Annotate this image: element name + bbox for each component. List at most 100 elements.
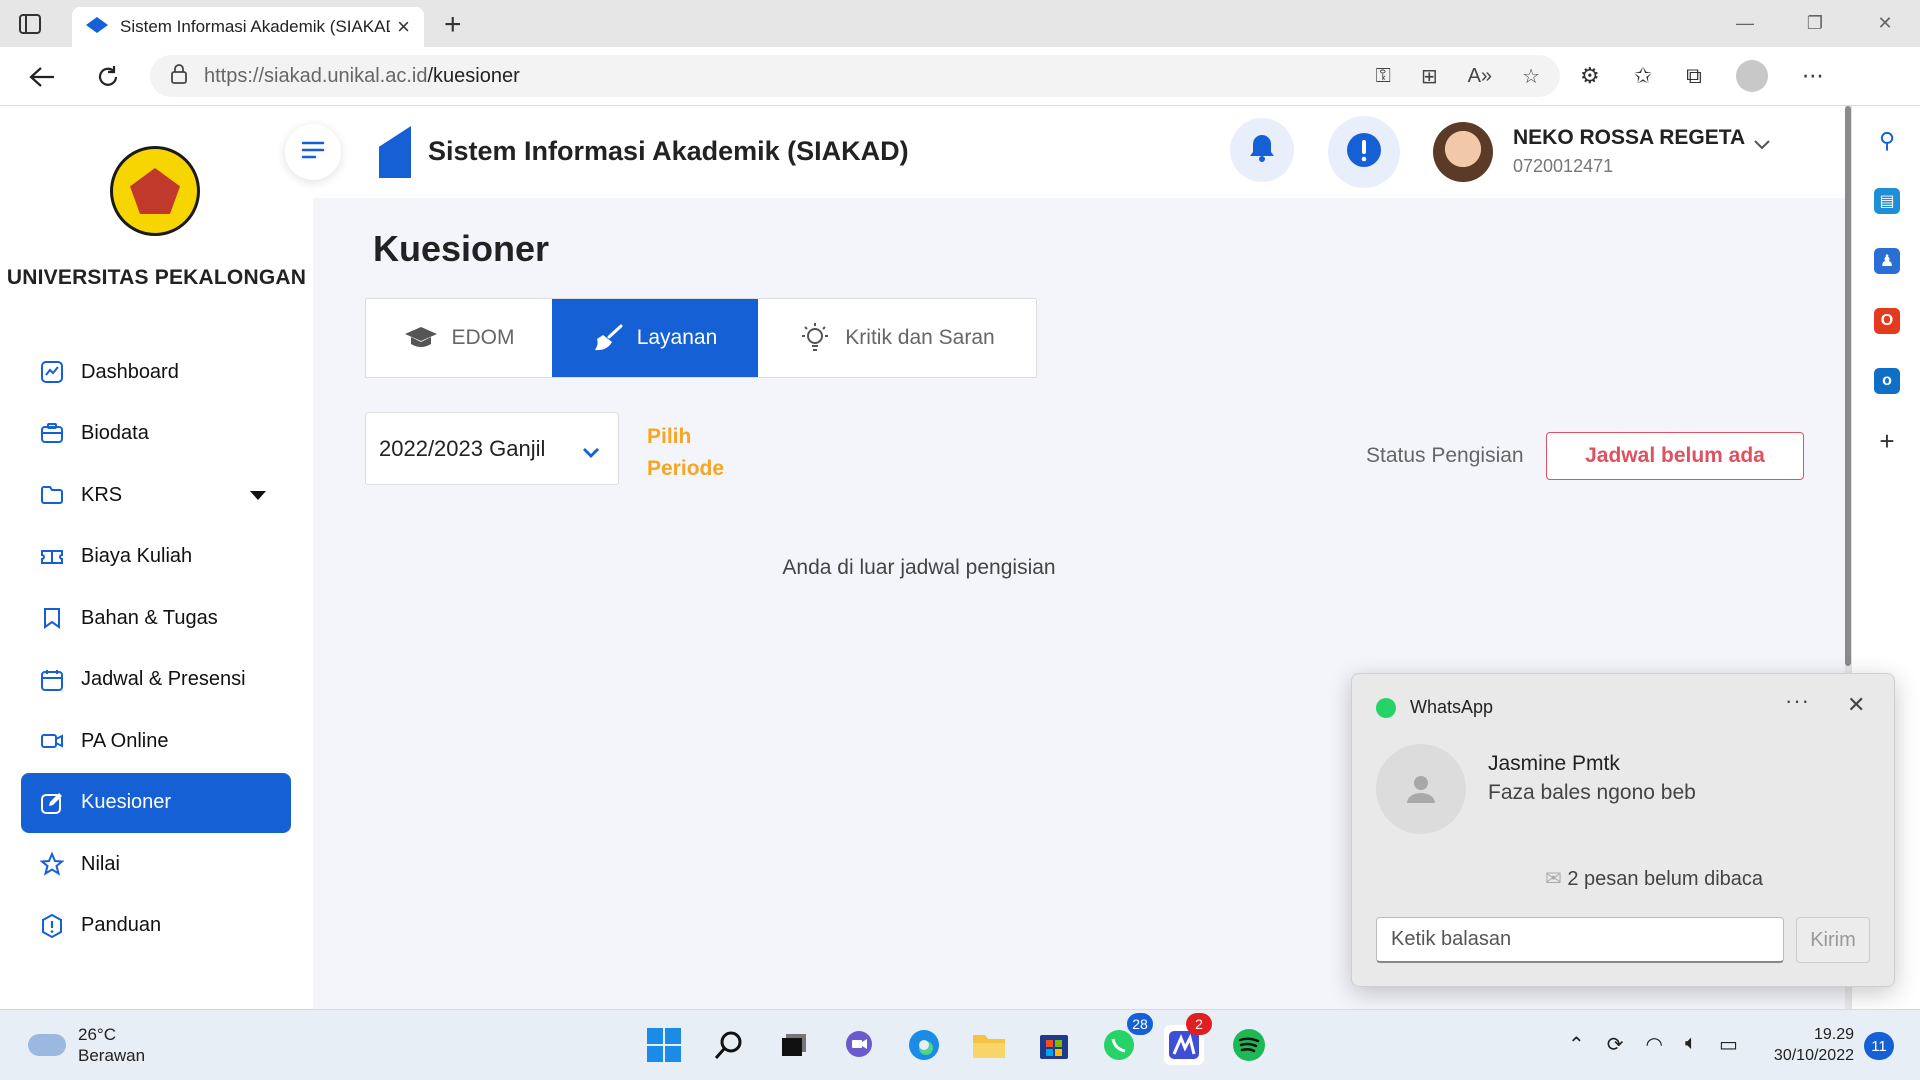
chat-icon[interactable] (839, 1025, 879, 1065)
refresh-icon[interactable] (92, 61, 124, 93)
task-view-icon[interactable] (774, 1025, 814, 1065)
alerts-button[interactable] (1328, 116, 1400, 188)
status-badge[interactable]: Jadwal belum ada (1546, 432, 1804, 480)
tab-title: Sistem Informasi Akademik (SIAKAD) (120, 17, 390, 36)
volume-icon[interactable]: 🔈︎ (1685, 1032, 1697, 1057)
notifications-button[interactable] (1230, 118, 1294, 182)
favorites-icon[interactable]: ✩ (1634, 63, 1652, 89)
back-icon[interactable] (26, 61, 58, 93)
apps-icon[interactable]: ⊞ (1421, 64, 1438, 89)
battery-icon[interactable]: ▭ (1719, 1032, 1738, 1057)
more-options-icon[interactable]: ··· (1785, 688, 1810, 714)
weather-temperature: 26°C (78, 1025, 116, 1044)
tab-close-icon[interactable]: × (397, 14, 410, 40)
search-taskbar-icon[interactable] (709, 1025, 749, 1065)
restore-icon[interactable]: ❐ (1780, 0, 1850, 47)
sidebar-item-label: Jadwal & Presensi (81, 668, 246, 690)
user-name: NEKO ROSSA REGETA (1513, 126, 1746, 149)
whatsapp-taskbar-icon[interactable]: 28 (1099, 1013, 1153, 1065)
sidebar-item-biaya-kuliah[interactable]: Biaya Kuliah (21, 527, 291, 587)
user-menu-chevron-icon[interactable] (1753, 138, 1771, 156)
start-icon[interactable] (644, 1025, 684, 1065)
sidebar-item-label: PA Online (81, 729, 169, 752)
sidebar-item-label: Biodata (81, 422, 149, 444)
send-button[interactable]: Kirim (1796, 917, 1870, 963)
key-icon[interactable]: ⚿ (1376, 65, 1391, 88)
chevron-up-icon[interactable]: ⌃ (1568, 1032, 1585, 1057)
extensions-icon[interactable]: ⚙ (1580, 63, 1600, 89)
sidebar-item-label: Kuesioner (81, 791, 172, 813)
minimize-icon[interactable]: — (1710, 0, 1780, 47)
chart-icon (39, 359, 65, 385)
collections-icon[interactable]: ⧉ (1686, 63, 1702, 89)
sidebar-item-kuesioner[interactable]: Kuesioner (21, 772, 291, 833)
folder-icon (39, 482, 65, 508)
sidebar-toggle-button[interactable] (285, 124, 341, 180)
submenu-caret-icon[interactable] (250, 491, 266, 500)
tab-edom[interactable]: EDOM (366, 299, 552, 377)
edge-icon[interactable] (904, 1025, 944, 1065)
sidebar-item-panduan[interactable]: Panduan (21, 896, 291, 956)
add-favorite-icon[interactable]: ☆ (1522, 64, 1540, 89)
sidebar-item-biodata[interactable]: Biodata (21, 404, 291, 464)
window-close-icon[interactable]: ✕ (1850, 0, 1920, 47)
chevron-down-icon (582, 439, 600, 465)
tab-actions-icon[interactable] (18, 12, 42, 36)
period-selected-value: 2022/2023 Ganjil (379, 435, 546, 461)
active-app-icon[interactable]: 2 (1164, 1013, 1212, 1065)
office-icon[interactable]: O (1874, 308, 1900, 334)
lock-icon[interactable] (170, 63, 188, 90)
browser-toolbar: https://siakad.unikal.ac.id/kuesioner ⚿ … (0, 47, 1920, 106)
sidebar-menu: Dashboard Biodata KRS Biaya Kuliah Bahan… (21, 342, 291, 957)
reply-input[interactable] (1376, 917, 1784, 963)
browser-tab-bar: Sistem Informasi Akademik (SIAKAD) × + —… (0, 0, 1920, 47)
spotify-icon[interactable] (1229, 1025, 1269, 1065)
empty-message: Anda di luar jadwal pengisian (782, 556, 1056, 579)
shopping-icon[interactable]: ▤ (1874, 188, 1900, 214)
address-bar[interactable]: https://siakad.unikal.ac.id/kuesioner ⚿ … (150, 55, 1560, 97)
sync-icon[interactable]: ⟳ (1607, 1032, 1624, 1057)
sidebar-item-krs[interactable]: KRS (21, 465, 291, 525)
browser-tab-active[interactable]: Sistem Informasi Akademik (SIAKAD) × (72, 7, 424, 47)
add-sidebar-app-icon[interactable]: + (1874, 426, 1900, 456)
video-icon (39, 728, 65, 754)
wifi-icon[interactable]: ◠ (1646, 1032, 1663, 1057)
sidebar-item-jadwal-presensi[interactable]: Jadwal & Presensi (21, 650, 291, 710)
sidebar-item-dashboard[interactable]: Dashboard (21, 342, 291, 402)
system-clock[interactable]: 19.29 30/10/2022 (1764, 1024, 1854, 1066)
url-text: https://siakad.unikal.ac.id/kuesioner (204, 64, 520, 87)
period-hint: Pilih Periode (647, 425, 725, 480)
tab-layanan[interactable]: Layanan (552, 299, 758, 377)
store-icon[interactable] (1034, 1025, 1074, 1065)
games-icon[interactable]: ♟ (1874, 248, 1900, 274)
sidebar-item-label: Panduan (81, 914, 162, 936)
user-avatar[interactable] (1433, 122, 1493, 182)
new-tab-icon[interactable]: + (444, 8, 462, 42)
app-header: Sistem Informasi Akademik (SIAKAD) NEKO … (313, 106, 1845, 198)
notification-count-badge[interactable]: 11 (1864, 1032, 1894, 1060)
sidebar-item-bahan-tugas[interactable]: Bahan & Tugas (21, 588, 291, 648)
more-icon[interactable]: ⋯ (1802, 63, 1824, 89)
profile-icon[interactable] (1735, 60, 1768, 92)
graduation-cap-icon (404, 325, 438, 351)
close-icon[interactable]: ✕ (1847, 692, 1865, 718)
system-tray: ⌃ ⟳ ◠ 🔈︎ ▭ (1568, 1032, 1738, 1057)
sidebar-item-nilai[interactable]: Nilai (21, 834, 291, 894)
clock-date: 30/10/2022 (1773, 1047, 1854, 1064)
tab-kritik-saran[interactable]: Kritik dan Saran (758, 299, 1036, 377)
tab-label: EDOM (451, 326, 515, 349)
window-controls: — ❐ ✕ (1710, 0, 1920, 47)
sidebar-item-label: KRS (81, 483, 123, 506)
search-icon[interactable]: ⚲ (1874, 128, 1900, 154)
weather-widget[interactable]: 26°C Berawan (28, 1024, 145, 1066)
file-explorer-icon[interactable] (969, 1025, 1009, 1065)
read-aloud-icon[interactable]: A» (1468, 65, 1492, 88)
outlook-icon[interactable]: o (1874, 368, 1900, 394)
period-select[interactable]: 2022/2023 Ganjil (365, 412, 619, 485)
university-logo (110, 146, 200, 236)
sidebar-item-pa-online[interactable]: PA Online (21, 711, 291, 771)
sidebar-item-label: Biaya Kuliah (81, 545, 193, 567)
star-icon (39, 851, 65, 877)
questionnaire-tabs: EDOM Layanan Kritik dan Saran (365, 298, 1037, 378)
status-label: Status Pengisian (1366, 444, 1524, 467)
